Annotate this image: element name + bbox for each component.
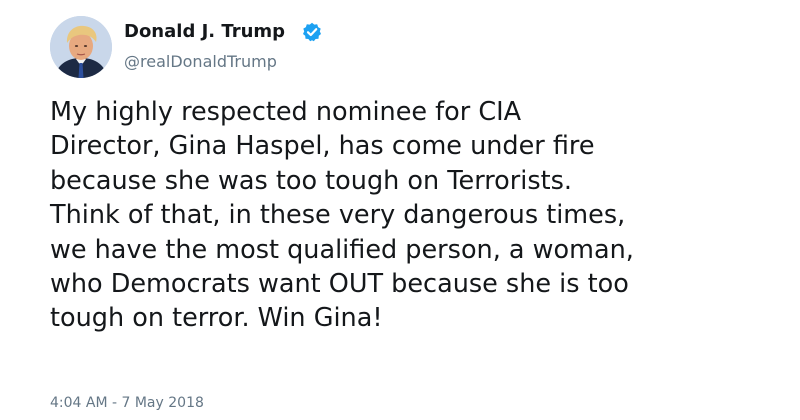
avatar[interactable] [50, 16, 112, 78]
tweet-text-line: we have the most qualified person, a wom… [50, 234, 634, 265]
tweet-text-line: Think of that, in these very dangerous t… [50, 200, 626, 231]
verified-badge-icon [302, 22, 322, 42]
tweet-text-line: Director, Gina Haspel, has come under fi… [50, 131, 595, 162]
tweet-timestamp[interactable]: 4:04 AM - 7 May 2018 [50, 394, 204, 412]
user-handle[interactable]: @realDonaldTrump [124, 52, 277, 72]
tweet-text-line: because she was too tough on Terrorists. [50, 165, 573, 196]
tweet-card: Donald J. Trump @realDonaldTrump My high… [0, 0, 800, 420]
display-name[interactable]: Donald J. Trump [124, 21, 285, 43]
tweet-text-line: My highly respected nominee for CIA [50, 97, 522, 127]
tweet-text-line: who Democrats want OUT because she is to… [50, 269, 629, 300]
tweet-text-line: tough on terror. Win Gina! [50, 303, 383, 334]
tweet-text: My highly respected nominee for CIA Dire… [50, 95, 790, 336]
